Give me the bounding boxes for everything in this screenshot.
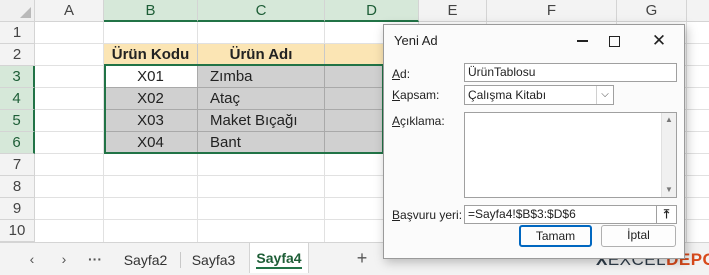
- table-cell[interactable]: X04: [104, 132, 198, 154]
- comment-label-accel: A: [392, 114, 401, 128]
- close-icon: ✕: [651, 31, 667, 50]
- column-header-b[interactable]: B: [104, 0, 198, 22]
- column-header-g[interactable]: G: [617, 0, 687, 22]
- column-header-h[interactable]: [687, 0, 709, 22]
- column-header-d[interactable]: D: [325, 0, 419, 22]
- add-sheet-button[interactable]: +: [352, 248, 372, 269]
- comment-textarea[interactable]: ▲ ▼: [464, 112, 677, 198]
- maximize-icon: [608, 35, 620, 47]
- ok-button[interactable]: Tamam: [519, 225, 592, 247]
- table-header-cell[interactable]: Ürün Adı: [198, 44, 325, 66]
- scope-label-accel: K: [392, 88, 401, 102]
- scroll-tabs-left-icon[interactable]: ‹: [23, 251, 41, 267]
- gridline: [686, 22, 687, 242]
- row-header-4[interactable]: 4: [0, 88, 35, 110]
- name-label-rest: d:: [400, 67, 411, 81]
- row-header-8[interactable]: 8: [0, 176, 35, 198]
- row-header-1[interactable]: 1: [0, 22, 35, 44]
- dialog-title: Yeni Ad: [394, 33, 438, 48]
- comment-label-rest: çıklama:: [400, 114, 445, 128]
- comment-scrollbar[interactable]: ▲ ▼: [661, 113, 676, 197]
- scope-label-rest: apsam:: [400, 88, 440, 102]
- tab-separator: [180, 252, 181, 268]
- collapse-dialog-icon[interactable]: ⤒: [656, 206, 676, 223]
- row-header-7[interactable]: 7: [0, 154, 35, 176]
- select-all-corner[interactable]: [0, 0, 35, 22]
- minimize-button[interactable]: [567, 29, 597, 53]
- row-header-2[interactable]: 2: [0, 44, 35, 66]
- reference-label-rest: aşvuru yeri:: [400, 208, 463, 222]
- sheet-tab-sayfa2[interactable]: Sayfa2: [118, 249, 173, 271]
- active-tab-underline: [256, 267, 302, 269]
- table-header-cell[interactable]: Ürün Kodu: [104, 44, 198, 66]
- scroll-up-icon[interactable]: ▲: [662, 113, 676, 127]
- name-label-accel: A: [392, 67, 401, 81]
- more-tabs-button[interactable]: ···: [86, 251, 104, 267]
- table-cell[interactable]: X01: [104, 66, 198, 88]
- row-header-3[interactable]: 3: [0, 66, 35, 88]
- table-cell[interactable]: Zımba: [198, 66, 325, 88]
- sheet-tab-sayfa4[interactable]: Sayfa4: [249, 243, 309, 273]
- sheet-tab-label: Sayfa4: [256, 250, 302, 266]
- name-label: Ad:: [392, 67, 410, 81]
- scope-dropdown[interactable]: Çalışma Kitabı ⌵: [464, 85, 614, 105]
- minimize-icon: [576, 40, 588, 42]
- scope-value: Çalışma Kitabı: [468, 88, 547, 102]
- new-name-dialog: Yeni Ad ✕ Ad: ÜrünTablosu Kapsam: Çalışm…: [383, 24, 685, 259]
- column-header-e[interactable]: E: [419, 0, 487, 22]
- row-header-9[interactable]: 9: [0, 198, 35, 220]
- comment-label: Açıklama:: [392, 114, 445, 128]
- close-button[interactable]: ✕: [644, 29, 674, 53]
- table-cell[interactable]: Bant: [198, 132, 325, 154]
- table-cell[interactable]: X02: [104, 88, 198, 110]
- maximize-button[interactable]: [599, 29, 629, 53]
- table-cell[interactable]: X03: [104, 110, 198, 132]
- table-cell[interactable]: Ataç: [198, 88, 325, 110]
- scroll-down-icon[interactable]: ▼: [662, 183, 676, 197]
- cancel-button[interactable]: İptal: [601, 225, 676, 247]
- row-header-5[interactable]: 5: [0, 110, 35, 132]
- name-input[interactable]: ÜrünTablosu: [464, 63, 677, 82]
- row-header-6[interactable]: 6: [0, 132, 35, 154]
- sheet-tab-sayfa3[interactable]: Sayfa3: [186, 249, 241, 271]
- scroll-tabs-right-icon[interactable]: ›: [55, 251, 73, 267]
- column-header-f[interactable]: F: [487, 0, 617, 22]
- reference-label: Başvuru yeri:: [392, 208, 462, 222]
- column-header-c[interactable]: C: [198, 0, 325, 22]
- reference-input[interactable]: =Sayfa4!$B$3:$D$6 ⤒: [464, 205, 677, 224]
- reference-value: =Sayfa4!$B$3:$D$6: [468, 207, 576, 221]
- row-header-10[interactable]: 10: [0, 220, 35, 242]
- chevron-down-icon[interactable]: ⌵: [596, 86, 613, 104]
- scope-label: Kapsam:: [392, 88, 439, 102]
- reference-label-accel: B: [392, 208, 401, 222]
- column-header-a[interactable]: A: [35, 0, 104, 22]
- table-cell[interactable]: Maket Bıçağı: [198, 110, 325, 132]
- select-all-triangle: [20, 7, 31, 18]
